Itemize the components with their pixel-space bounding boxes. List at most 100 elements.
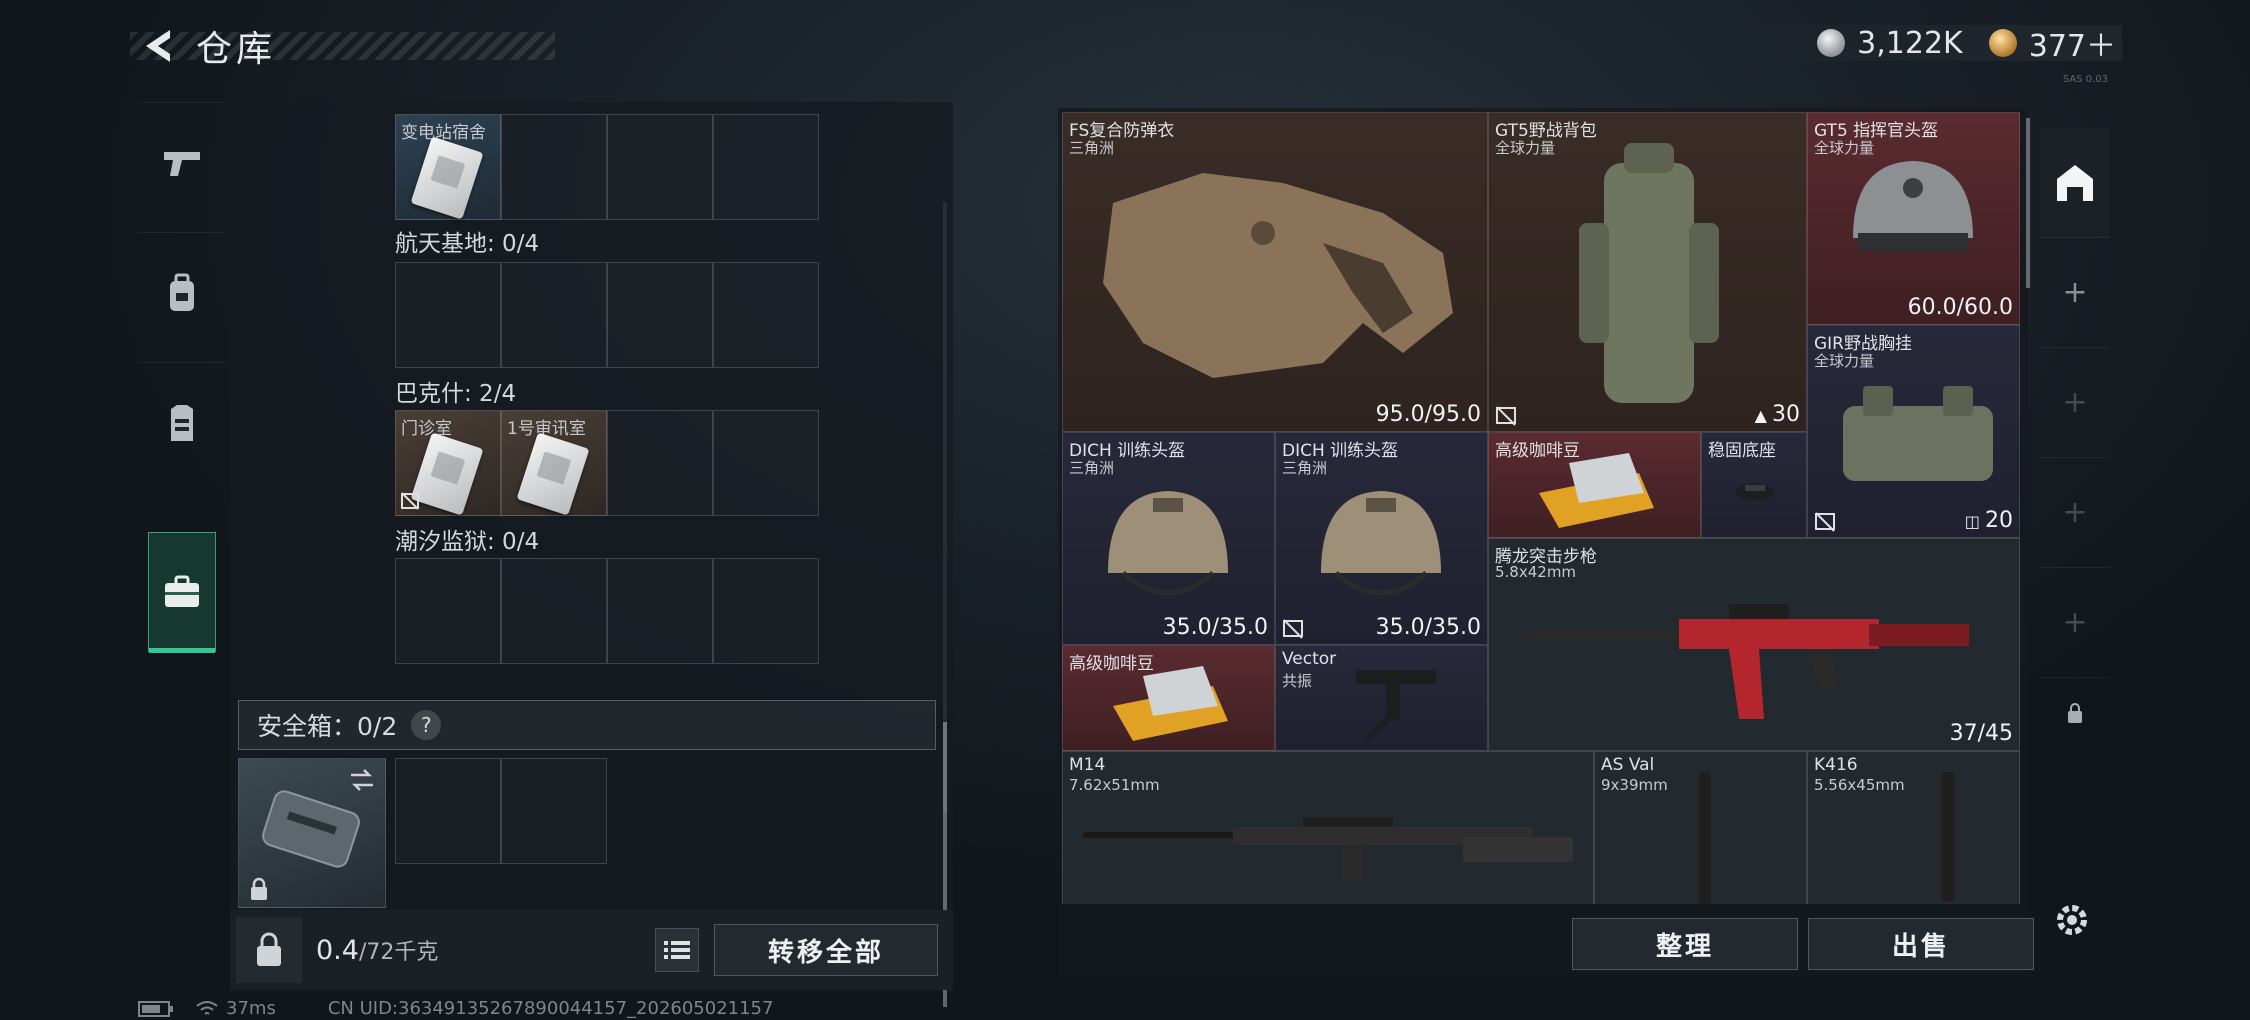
- list-view-button[interactable]: [655, 928, 699, 972]
- transfer-all-button[interactable]: 转移全部: [714, 924, 938, 976]
- item-gt5-helmet[interactable]: GT5 指挥官头盔 全球力量 60.0/60.0: [1807, 112, 2020, 325]
- item-stable-base[interactable]: 稳固底座: [1701, 432, 1807, 538]
- help-button[interactable]: ?: [411, 710, 442, 740]
- safebox-slots: [395, 758, 607, 864]
- empty-slot[interactable]: [713, 558, 819, 664]
- item-coffee-beans[interactable]: 高级咖啡豆: [1062, 645, 1275, 751]
- empty-slot[interactable]: [713, 262, 819, 368]
- weight-value: 0.4/72千克: [316, 934, 438, 966]
- key-slot[interactable]: 变电站宿舍: [395, 114, 501, 220]
- item-capacity: ▲ 30: [1755, 402, 1800, 427]
- slot-row-aerospace: [395, 262, 819, 368]
- nav-weapons[interactable]: [138, 102, 226, 222]
- empty-slot[interactable]: [395, 262, 501, 368]
- item-fs-vest[interactable]: FS复合防弹衣 三角洲 95.0/95.0: [1062, 112, 1488, 432]
- inventory-grid: FS复合防弹衣 三角洲 95.0/95.0 GT5野战背包 全球力量 ▲ 30 …: [1062, 112, 2020, 904]
- currency-display[interactable]: 3,122K 377＋: [1727, 25, 2122, 64]
- coffee-bag-icon: [1539, 453, 1654, 528]
- assault-rifle-icon: [1529, 604, 1969, 719]
- stock-part-icon: [1356, 670, 1436, 743]
- key-slot[interactable]: 门诊室: [395, 410, 501, 516]
- add-storage-button[interactable]: +: [2040, 238, 2110, 348]
- nav-vest[interactable]: [138, 362, 226, 482]
- scroll-track[interactable]: [943, 202, 947, 812]
- item-as-val[interactable]: AS Val 9x39mm: [1594, 751, 1807, 904]
- empty-slot[interactable]: [607, 558, 713, 664]
- safebox-case[interactable]: [238, 758, 386, 908]
- plus-icon: +: [2062, 605, 2088, 640]
- empty-slot[interactable]: [501, 758, 607, 864]
- nav-keys[interactable]: [148, 532, 216, 653]
- inventory-scroll-thumb[interactable]: [2026, 118, 2030, 288]
- swap-icon[interactable]: [347, 767, 377, 793]
- item-name: AS Val: [1601, 755, 1655, 775]
- item-tenglong-rifle[interactable]: 腾龙突击步枪 5.8x42mm 37/45: [1488, 538, 2020, 751]
- group-label-bakesh: 巴克什: 2/4: [395, 381, 517, 407]
- sell-button[interactable]: 出售: [1808, 918, 2034, 970]
- ping-value: 37ms: [226, 998, 276, 1019]
- capacity-value: 30: [1772, 402, 1800, 427]
- key-slot[interactable]: 1号审讯室: [501, 410, 607, 516]
- item-m14[interactable]: M14 7.62x51mm: [1062, 751, 1594, 904]
- item-brand: 全球力量: [1814, 352, 1875, 370]
- uid-text: CN UID:36349135267890044157_202605021157: [327, 998, 774, 1019]
- item-gir-chest-rig[interactable]: GIR野战胸挂 全球力量 ◫ 20: [1807, 325, 2020, 538]
- item-name: K416: [1814, 755, 1858, 775]
- category-nav: [138, 102, 226, 682]
- empty-slot[interactable]: [395, 758, 501, 864]
- locked-storage: [2040, 658, 2110, 768]
- item-vector[interactable]: Vector 共振: [1275, 645, 1488, 751]
- lock-icon: [251, 877, 267, 900]
- back-button[interactable]: [138, 24, 178, 68]
- weight-current: 0.4: [316, 935, 359, 966]
- add-storage-button[interactable]: +: [2040, 458, 2110, 568]
- nav-backpack[interactable]: [138, 232, 226, 352]
- item-brand: 全球力量: [1495, 139, 1556, 157]
- empty-slot[interactable]: [607, 262, 713, 368]
- empty-slot[interactable]: [501, 114, 607, 220]
- backpack-icon: [170, 273, 194, 311]
- sort-button[interactable]: 整理: [1572, 918, 1798, 970]
- safebox-label: 安全箱：0/2: [257, 712, 398, 741]
- safe-case-icon: [262, 790, 360, 868]
- group-label-tidal-prison: 潮汐监狱: 0/4: [395, 529, 540, 555]
- empty-slot[interactable]: [501, 558, 607, 664]
- empty-slot[interactable]: [607, 114, 713, 220]
- item-k416[interactable]: K416 5.56x45mm: [1807, 751, 2020, 904]
- weight-lock[interactable]: [236, 917, 302, 983]
- page-title: 仓库: [196, 29, 277, 70]
- safebox-header: 安全箱：0/2 ?: [238, 700, 936, 750]
- mount-base-icon: [1735, 484, 1775, 500]
- item-dich-helmet[interactable]: DICH 训练头盔 三角洲 35.0/35.0: [1275, 432, 1488, 645]
- empty-slot[interactable]: [713, 114, 819, 220]
- top-slot-row: 变电站宿舍: [395, 114, 819, 220]
- empty-slot[interactable]: [713, 410, 819, 516]
- empty-slot[interactable]: [395, 558, 501, 664]
- no-trade-icon: [401, 492, 419, 510]
- group-label-aerospace: 航天基地: 0/4: [395, 231, 540, 257]
- keycard-icon: [410, 432, 484, 516]
- item-coffee-beans[interactable]: 高级咖啡豆: [1488, 432, 1701, 538]
- pistol-icon: [164, 151, 200, 176]
- empty-slot[interactable]: [501, 262, 607, 368]
- helmet-icon: [1853, 161, 1973, 251]
- storage-tabs: + + + +: [2040, 128, 2110, 723]
- version-text: SAS 0.03: [2062, 74, 2108, 85]
- item-gt5-backpack[interactable]: GT5野战背包 全球力量 ▲ 30: [1488, 112, 1807, 432]
- slot-label: 门诊室: [401, 419, 452, 439]
- storage-tab-main[interactable]: [2040, 128, 2110, 238]
- status-bar: 37ms CN UID:36349135267890044157_2026050…: [138, 998, 773, 1019]
- item-name: 稳固底座: [1708, 441, 1776, 461]
- vest-icon: [171, 404, 193, 441]
- item-capacity: ◫ 20: [1965, 508, 2013, 533]
- rifle-icon: [1083, 817, 1573, 880]
- storage-building-icon: [2057, 164, 2093, 201]
- item-caliber: 5.56x45mm: [1814, 776, 1905, 794]
- weight-bar: 0.4/72千克 转移全部: [230, 910, 953, 990]
- add-storage-button[interactable]: +: [2040, 348, 2110, 458]
- plus-icon: +: [2062, 275, 2088, 310]
- settings-button[interactable]: [2052, 900, 2092, 944]
- item-caliber: 7.62x51mm: [1069, 776, 1160, 794]
- item-dich-helmet[interactable]: DICH 训练头盔 三角洲 35.0/35.0: [1062, 432, 1275, 645]
- empty-slot[interactable]: [607, 410, 713, 516]
